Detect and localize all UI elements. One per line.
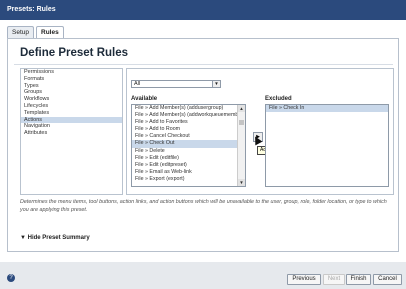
- available-label: Available: [131, 96, 158, 102]
- summary-toggle[interactable]: ▼ Hide Preset Summary: [20, 235, 90, 241]
- tab-setup[interactable]: Setup: [7, 26, 34, 38]
- available-scrollbar[interactable]: ▲ ▼: [237, 105, 245, 186]
- filter-select[interactable]: All ▼: [131, 80, 221, 88]
- list-item[interactable]: File » Add Member(s) (addusergroup): [132, 105, 245, 112]
- list-item[interactable]: File » Edit (editfile): [132, 155, 245, 162]
- divider: [14, 64, 393, 65]
- list-item[interactable]: File » Cancel Checkout: [132, 133, 245, 140]
- finish-button[interactable]: Finish: [346, 274, 371, 285]
- category-item-groups[interactable]: Groups: [21, 89, 122, 96]
- list-item[interactable]: File » Delete: [132, 148, 245, 155]
- category-item-attributes[interactable]: Attributes: [21, 130, 122, 137]
- category-item-templates[interactable]: Templates: [21, 110, 122, 117]
- category-item-navigation[interactable]: Navigation: [21, 123, 122, 130]
- tab-rules[interactable]: Rules: [36, 26, 64, 38]
- list-item[interactable]: File » Check In: [266, 105, 388, 113]
- category-item-actions[interactable]: Actions: [21, 116, 122, 124]
- list-item[interactable]: File » Add Member(s) (addworkqueuemember…: [132, 112, 245, 119]
- rules-description: Determines the menu items, tool buttons,…: [20, 199, 387, 213]
- available-list[interactable]: File » Add Member(s) (addusergroup) File…: [131, 104, 246, 187]
- category-list: Permissions Formats Types Groups Workflo…: [20, 68, 123, 195]
- category-item-types[interactable]: Types: [21, 83, 122, 90]
- summary-toggle-label: Hide Preset Summary: [27, 235, 90, 241]
- list-item[interactable]: File » Add to Favorites: [132, 119, 245, 126]
- tab-bar: Setup Rules: [7, 26, 64, 38]
- triangle-down-icon: ▼: [20, 235, 26, 241]
- window-title: Presets: Rules: [0, 0, 406, 20]
- filter-select-value: All: [134, 81, 141, 87]
- list-item[interactable]: File » Check Out: [132, 140, 245, 148]
- cancel-button[interactable]: Cancel: [373, 274, 402, 285]
- category-item-lifecycles[interactable]: Lifecycles: [21, 103, 122, 110]
- category-item-workflows[interactable]: Workflows: [21, 96, 122, 103]
- excluded-label: Excluded: [265, 96, 292, 102]
- list-item[interactable]: File » Edit (editpreset): [132, 162, 245, 169]
- category-item-formats[interactable]: Formats: [21, 76, 122, 83]
- scroll-up-icon[interactable]: ▲: [238, 105, 245, 112]
- list-item[interactable]: File » Add to Room: [132, 126, 245, 133]
- scroll-thumb[interactable]: [239, 120, 244, 125]
- list-item[interactable]: File » Email as Web-link: [132, 169, 245, 176]
- chevron-down-icon: ▼: [212, 81, 220, 87]
- excluded-list[interactable]: File » Check In: [265, 104, 389, 187]
- scroll-down-icon[interactable]: ▼: [238, 179, 245, 186]
- previous-button[interactable]: Previous: [287, 274, 321, 285]
- help-icon[interactable]: ?: [7, 274, 15, 282]
- category-item-permissions[interactable]: Permissions: [21, 69, 122, 76]
- list-item[interactable]: File » Export (export): [132, 176, 245, 183]
- next-button[interactable]: Next: [323, 274, 345, 285]
- page-title: Define Preset Rules: [20, 47, 129, 59]
